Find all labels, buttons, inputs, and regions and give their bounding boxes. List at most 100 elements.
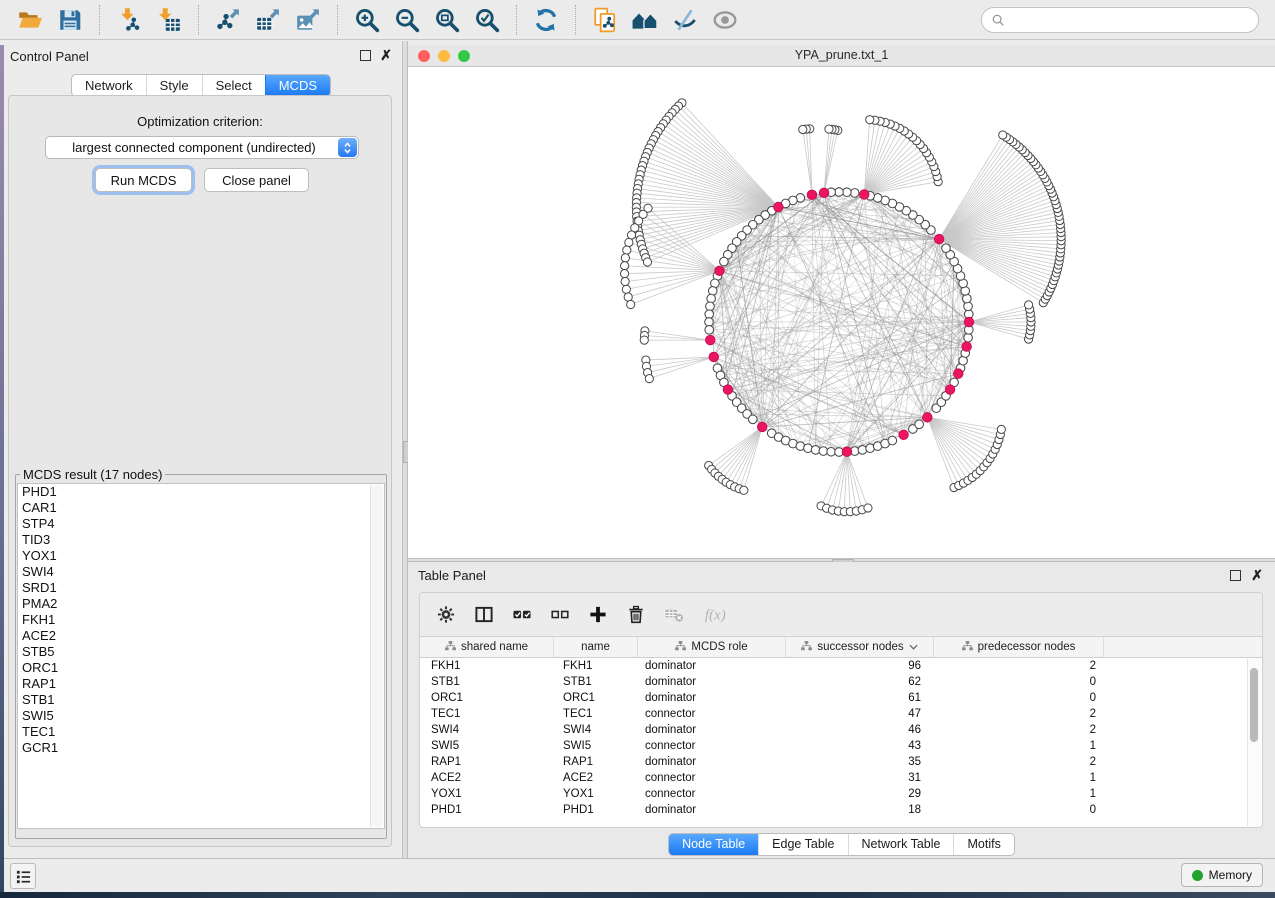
table-cell[interactable]: SWI5 bbox=[554, 740, 638, 752]
first-neighbors-button[interactable] bbox=[625, 3, 665, 37]
table-cell[interactable]: 96 bbox=[786, 660, 934, 672]
table-cell[interactable]: FKH1 bbox=[554, 660, 638, 672]
table-cell[interactable]: 61 bbox=[786, 692, 934, 704]
table-cell[interactable]: 0 bbox=[934, 676, 1104, 688]
run-mcds-button[interactable]: Run MCDS bbox=[95, 168, 192, 192]
table-cell[interactable]: 2 bbox=[934, 708, 1104, 720]
unselect-all-button[interactable] bbox=[550, 603, 570, 627]
zoom-in-button[interactable] bbox=[347, 3, 387, 37]
table-cell[interactable]: 47 bbox=[786, 708, 934, 720]
criterion-dropdown[interactable]: largest connected component (undirected) bbox=[45, 136, 359, 159]
table-row[interactable]: ORC1ORC1dominator610 bbox=[420, 690, 1262, 706]
export-image-button[interactable] bbox=[288, 3, 328, 37]
table-cell[interactable]: dominator bbox=[638, 660, 786, 672]
table-cell[interactable]: 2 bbox=[934, 660, 1104, 672]
table-cell[interactable]: YOX1 bbox=[420, 788, 554, 800]
search-input[interactable] bbox=[1010, 12, 1249, 28]
table-cell[interactable]: ACE2 bbox=[420, 772, 554, 784]
table-cell[interactable]: SWI4 bbox=[554, 724, 638, 736]
table-cell[interactable]: dominator bbox=[638, 676, 786, 688]
table-scrollbar-thumb[interactable] bbox=[1250, 668, 1258, 742]
zoom-out-button[interactable] bbox=[387, 3, 427, 37]
table-cell[interactable]: PHD1 bbox=[420, 804, 554, 816]
table-cell[interactable]: dominator bbox=[638, 692, 786, 704]
table-cell[interactable]: 2 bbox=[934, 756, 1104, 768]
table-cell[interactable]: 18 bbox=[786, 804, 934, 816]
mcds-result-item[interactable]: ORC1 bbox=[18, 660, 384, 676]
mcds-result-item[interactable]: STB5 bbox=[18, 644, 384, 660]
add-column-button[interactable] bbox=[588, 603, 608, 627]
table-cell[interactable]: PHD1 bbox=[554, 804, 638, 816]
table-row[interactable]: ACE2ACE2connector311 bbox=[420, 770, 1262, 786]
table-cell[interactable]: connector bbox=[638, 772, 786, 784]
open-folder-button[interactable] bbox=[10, 3, 50, 37]
table-cell[interactable]: ORC1 bbox=[554, 692, 638, 704]
export-table-button[interactable] bbox=[248, 3, 288, 37]
table-cell[interactable]: 1 bbox=[934, 788, 1104, 800]
table-cell[interactable]: FKH1 bbox=[420, 660, 554, 672]
table-cell[interactable]: ORC1 bbox=[420, 692, 554, 704]
table-cell[interactable]: connector bbox=[638, 740, 786, 752]
mcds-result-item[interactable]: PHD1 bbox=[18, 484, 384, 500]
mcds-result-item[interactable]: YOX1 bbox=[18, 548, 384, 564]
table-row[interactable]: SWI4SWI4dominator462 bbox=[420, 722, 1262, 738]
tab-motifs[interactable]: Motifs bbox=[953, 834, 1013, 855]
table-row[interactable]: RAP1RAP1dominator352 bbox=[420, 754, 1262, 770]
mcds-result-item[interactable]: ACE2 bbox=[18, 628, 384, 644]
show-all-button[interactable] bbox=[705, 3, 745, 37]
mcds-result-item[interactable]: FKH1 bbox=[18, 612, 384, 628]
list-scrollbar-track[interactable] bbox=[370, 485, 383, 827]
table-cell[interactable]: 31 bbox=[786, 772, 934, 784]
table-cell[interactable]: dominator bbox=[638, 756, 786, 768]
mcds-result-item[interactable]: TEC1 bbox=[18, 724, 384, 740]
tab-style[interactable]: Style bbox=[146, 75, 202, 96]
columns-button[interactable] bbox=[474, 603, 494, 627]
import-table-button[interactable] bbox=[149, 3, 189, 37]
table-cell[interactable]: STB1 bbox=[554, 676, 638, 688]
table-cell[interactable]: 46 bbox=[786, 724, 934, 736]
refresh-button[interactable] bbox=[526, 3, 566, 37]
search-box[interactable] bbox=[981, 7, 1259, 33]
table-cell[interactable]: connector bbox=[638, 788, 786, 800]
table-cell[interactable]: TEC1 bbox=[554, 708, 638, 720]
save-button[interactable] bbox=[50, 3, 90, 37]
mcds-result-item[interactable]: GCR1 bbox=[18, 740, 384, 756]
table-cell[interactable]: 29 bbox=[786, 788, 934, 800]
float-panel-icon[interactable] bbox=[1230, 570, 1241, 581]
table-cell[interactable]: connector bbox=[638, 708, 786, 720]
delete-column-button[interactable] bbox=[626, 603, 646, 627]
table-cell[interactable]: 0 bbox=[934, 692, 1104, 704]
tab-edge-table[interactable]: Edge Table bbox=[758, 834, 847, 855]
mcds-result-item[interactable]: SRD1 bbox=[18, 580, 384, 596]
tab-network-table[interactable]: Network Table bbox=[848, 834, 954, 855]
zoom-selected-button[interactable] bbox=[467, 3, 507, 37]
table-row[interactable]: FKH1FKH1dominator962 bbox=[420, 658, 1262, 674]
table-cell[interactable]: 43 bbox=[786, 740, 934, 752]
column-header-name[interactable]: name bbox=[554, 637, 638, 657]
network-from-selection-button[interactable] bbox=[585, 3, 625, 37]
close-panel-button[interactable]: Close panel bbox=[204, 168, 309, 192]
table-row[interactable]: PHD1PHD1dominator180 bbox=[420, 802, 1262, 818]
table-row[interactable]: SWI5SWI5connector431 bbox=[420, 738, 1262, 754]
column-header-successor-nodes[interactable]: successor nodes bbox=[786, 637, 934, 657]
task-history-button[interactable] bbox=[10, 863, 36, 889]
table-cell[interactable]: 62 bbox=[786, 676, 934, 688]
close-panel-icon[interactable]: ✗ bbox=[1251, 570, 1263, 581]
hide-selected-button[interactable] bbox=[665, 3, 705, 37]
mcds-result-item[interactable]: SWI4 bbox=[18, 564, 384, 580]
table-cell[interactable]: 1 bbox=[934, 740, 1104, 752]
export-network-button[interactable] bbox=[208, 3, 248, 37]
tab-node-table[interactable]: Node Table bbox=[669, 834, 758, 855]
import-network-button[interactable] bbox=[109, 3, 149, 37]
table-row[interactable]: TEC1TEC1connector472 bbox=[420, 706, 1262, 722]
float-panel-icon[interactable] bbox=[360, 50, 371, 61]
column-header-shared-name[interactable]: shared name bbox=[420, 637, 554, 657]
table-scrollbar[interactable] bbox=[1247, 659, 1261, 826]
table-cell[interactable]: STB1 bbox=[420, 676, 554, 688]
table-row[interactable]: STB1STB1dominator620 bbox=[420, 674, 1262, 690]
mcds-result-item[interactable]: SWI5 bbox=[18, 708, 384, 724]
network-window-titlebar[interactable]: YPA_prune.txt_1 bbox=[408, 45, 1275, 67]
memory-button[interactable]: Memory bbox=[1181, 863, 1263, 887]
network-canvas[interactable] bbox=[408, 67, 1275, 558]
table-cell[interactable]: dominator bbox=[638, 724, 786, 736]
